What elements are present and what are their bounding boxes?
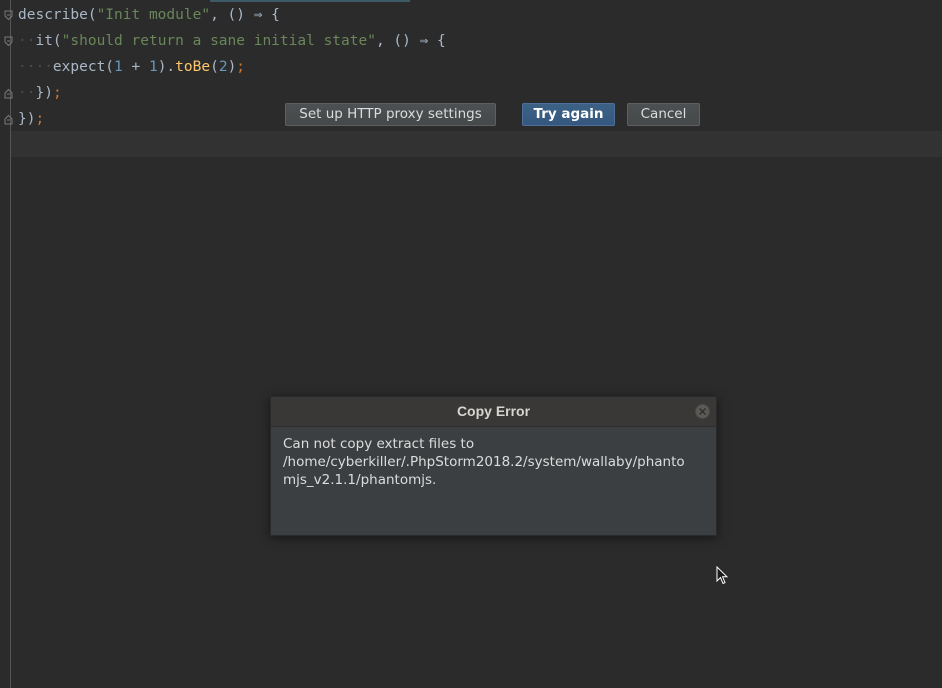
mouse-pointer-icon xyxy=(716,565,729,590)
dialog-body: Can not copy extract files to /home/cybe… xyxy=(271,427,716,535)
fold-marker-icon[interactable] xyxy=(4,36,13,47)
fold-marker-icon[interactable] xyxy=(4,10,13,21)
current-line-highlight xyxy=(11,131,942,157)
copy-error-dialog: Copy Error Can not copy extract files to… xyxy=(270,396,717,536)
code-line-4: ··}); xyxy=(18,85,62,101)
dialog-title: Copy Error xyxy=(271,397,716,427)
cancel-button[interactable]: Cancel xyxy=(627,103,700,126)
code-line-3: ····expect(1 + 1).toBe(2); xyxy=(18,59,246,75)
gutter-divider xyxy=(10,0,11,688)
fold-marker-icon[interactable] xyxy=(4,88,13,99)
try-again-button[interactable]: Try again xyxy=(522,103,615,126)
error-message-line: /home/cyberkiller/.PhpStorm2018.2/system… xyxy=(283,454,685,470)
error-message-line: mjs_v2.1.1/phantomjs. xyxy=(283,472,437,488)
code-line-2: ··it("should return a sane initial state… xyxy=(18,33,446,49)
close-icon[interactable] xyxy=(695,404,710,419)
http-proxy-settings-button[interactable]: Set up HTTP proxy settings xyxy=(285,103,496,126)
fold-marker-icon[interactable] xyxy=(4,114,13,125)
error-message-line: Can not copy extract files to xyxy=(283,436,475,452)
error-message: Can not copy extract files to /home/cybe… xyxy=(283,435,703,489)
code-line-1: describe("Init module", () ⇒ { xyxy=(18,7,280,23)
code-line-5: }); xyxy=(18,111,45,127)
